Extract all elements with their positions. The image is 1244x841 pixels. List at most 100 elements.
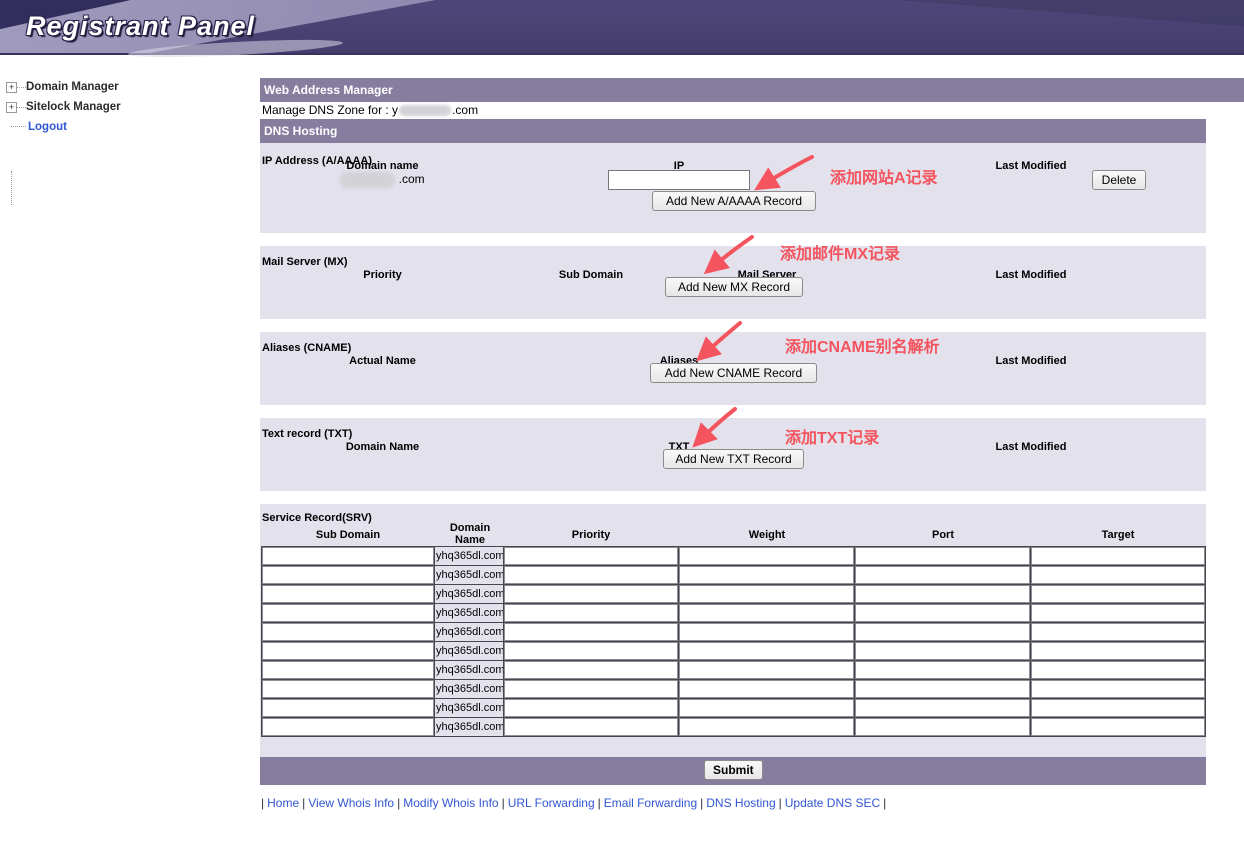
srv-target-input[interactable]	[1031, 623, 1205, 641]
txt-record-section: Text record (TXT) Domain Name TXT Add Ne…	[260, 418, 1206, 491]
add-a-record-button[interactable]: Add New A/AAAA Record	[652, 191, 816, 211]
footer-link-url-forwarding[interactable]: URL Forwarding	[508, 796, 595, 810]
srv-table-row: yhq365dl.com	[262, 718, 1206, 737]
domain-suffix: .com	[399, 172, 425, 186]
logout-link[interactable]: Logout	[28, 121, 67, 133]
srv-domain-cell: yhq365dl.com	[435, 699, 504, 718]
footer-link-dns-hosting[interactable]: DNS Hosting	[706, 796, 775, 810]
sidebar-item-sitelock-manager[interactable]: + Sitelock Manager	[6, 100, 121, 114]
srv-port-input[interactable]	[855, 642, 1030, 660]
srv-target-input[interactable]	[1031, 547, 1205, 565]
srv-port-input[interactable]	[855, 718, 1030, 736]
srv-port-input[interactable]	[855, 699, 1030, 717]
footer-links: |Home|View Whois Info|Modify Whois Info|…	[261, 796, 886, 810]
expand-plus-icon[interactable]: +	[6, 82, 17, 93]
srv-priority-input[interactable]	[504, 699, 678, 717]
submit-button[interactable]: Submit	[704, 760, 763, 780]
srv-port-input[interactable]	[855, 566, 1030, 584]
srv-target-input[interactable]	[1031, 680, 1205, 698]
srv-subdomain-input[interactable]	[262, 718, 434, 736]
footer-link-update-dns-sec[interactable]: Update DNS SEC	[785, 796, 880, 810]
sidebar-item-logout[interactable]: Logout	[11, 120, 67, 134]
srv-weight-input[interactable]	[679, 623, 854, 641]
srv-port-input[interactable]	[855, 604, 1030, 622]
srv-subdomain-input[interactable]	[262, 623, 434, 641]
sidebar-item-domain-manager[interactable]: + Domain Manager	[6, 80, 119, 94]
srv-port-input[interactable]	[855, 623, 1030, 641]
tree-elbow-line	[11, 119, 26, 127]
footer-link-email-forwarding[interactable]: Email Forwarding	[604, 796, 697, 810]
srv-port-input[interactable]	[855, 680, 1030, 698]
srv-priority-input[interactable]	[504, 547, 678, 565]
srv-title: Service Record(SRV)	[262, 512, 372, 524]
txt-title: Text record (TXT)	[262, 428, 352, 440]
srv-subdomain-input[interactable]	[262, 642, 434, 660]
srv-weight-input[interactable]	[679, 566, 854, 584]
registrant-panel-page: Registrant Panel + Domain Manager + Site…	[0, 0, 1244, 841]
separator: |	[397, 796, 400, 810]
srv-priority-input[interactable]	[504, 718, 678, 736]
sidebar-item-label[interactable]: Sitelock Manager	[26, 101, 121, 113]
submit-bar: Submit	[260, 757, 1206, 785]
srv-subdomain-input[interactable]	[262, 604, 434, 622]
srv-weight-input[interactable]	[679, 585, 854, 603]
delete-button[interactable]: Delete	[1092, 170, 1146, 190]
srv-priority-input[interactable]	[504, 604, 678, 622]
srv-target-input[interactable]	[1031, 699, 1205, 717]
srv-priority-input[interactable]	[504, 623, 678, 641]
separator: |	[598, 796, 601, 810]
srv-subdomain-input[interactable]	[262, 585, 434, 603]
srv-weight-input[interactable]	[679, 718, 854, 736]
add-mx-record-button[interactable]: Add New MX Record	[665, 277, 803, 297]
srv-port-input[interactable]	[855, 547, 1030, 565]
srv-target-input[interactable]	[1031, 604, 1205, 622]
srv-weight-input[interactable]	[679, 661, 854, 679]
srv-domain-cell: yhq365dl.com	[435, 661, 504, 680]
footer-link-home[interactable]: Home	[267, 796, 299, 810]
cname-title: Aliases (CNAME)	[262, 342, 351, 354]
redacted-domain-blur	[399, 105, 451, 116]
srv-sub-domain-header: Sub Domain	[288, 529, 408, 541]
srv-target-input[interactable]	[1031, 585, 1205, 603]
separator: |	[779, 796, 782, 810]
last-modified-header: Last Modified	[981, 355, 1081, 367]
sidebar-item-label[interactable]: Domain Manager	[26, 81, 119, 93]
ip-input[interactable]	[608, 170, 750, 190]
srv-port-input[interactable]	[855, 585, 1030, 603]
add-cname-record-button[interactable]: Add New CNAME Record	[650, 363, 817, 383]
srv-weight-input[interactable]	[679, 642, 854, 660]
footer-link-modify-whois[interactable]: Modify Whois Info	[403, 796, 498, 810]
srv-subdomain-input[interactable]	[262, 547, 434, 565]
srv-priority-input[interactable]	[504, 680, 678, 698]
srv-subdomain-input[interactable]	[262, 680, 434, 698]
srv-priority-input[interactable]	[504, 642, 678, 660]
srv-target-input[interactable]	[1031, 718, 1205, 736]
srv-priority-input[interactable]	[504, 585, 678, 603]
annotation-cname-record: 添加CNAME别名解析	[785, 333, 940, 357]
srv-target-input[interactable]	[1031, 642, 1205, 660]
srv-subdomain-input[interactable]	[262, 566, 434, 584]
srv-port-input[interactable]	[855, 661, 1030, 679]
srv-domain-cell: yhq365dl.com	[435, 642, 504, 661]
dns-hosting-bar: DNS Hosting	[260, 119, 1206, 143]
add-txt-record-button[interactable]: Add New TXT Record	[663, 449, 804, 469]
srv-weight-input[interactable]	[679, 547, 854, 565]
srv-priority-input[interactable]	[504, 566, 678, 584]
srv-subdomain-input[interactable]	[262, 699, 434, 717]
tree-dot-line	[17, 87, 26, 88]
srv-weight-header: Weight	[707, 529, 827, 541]
expand-plus-icon[interactable]: +	[6, 102, 17, 113]
srv-table-row: yhq365dl.com	[262, 585, 1206, 604]
tree-dot-line	[17, 107, 26, 108]
srv-target-input[interactable]	[1031, 661, 1205, 679]
srv-weight-input[interactable]	[679, 604, 854, 622]
footer-link-view-whois[interactable]: View Whois Info	[308, 796, 394, 810]
last-modified-header: Last Modified	[981, 269, 1081, 281]
srv-subdomain-input[interactable]	[262, 661, 434, 679]
srv-weight-input[interactable]	[679, 680, 854, 698]
srv-table-row: yhq365dl.com	[262, 699, 1206, 718]
srv-priority-input[interactable]	[504, 661, 678, 679]
cname-record-section: Aliases (CNAME) Actual Name Aliases Add …	[260, 332, 1206, 405]
srv-target-input[interactable]	[1031, 566, 1205, 584]
srv-weight-input[interactable]	[679, 699, 854, 717]
